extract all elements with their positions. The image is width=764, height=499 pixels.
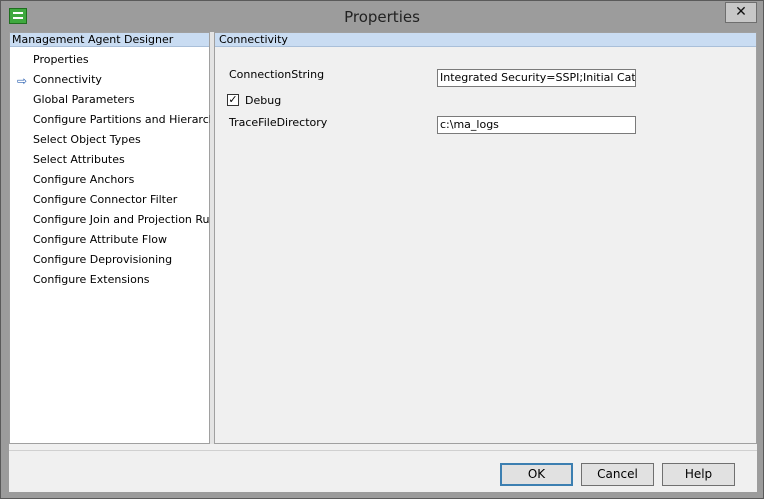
nav-item-configure-deprovisioning[interactable]: Configure Deprovisioning [10, 252, 209, 272]
connection-string-input[interactable]: Integrated Security=SSPI;Initial Catalog… [437, 69, 636, 87]
help-button[interactable]: Help [662, 463, 735, 486]
window-title: Properties [344, 8, 420, 26]
nav-item-select-attributes[interactable]: Select Attributes [10, 152, 209, 172]
nav-pane-header: Management Agent Designer [10, 33, 209, 47]
nav-item-label: Global Parameters [33, 93, 135, 106]
nav-item-label: Properties [33, 53, 89, 66]
connection-string-label: ConnectionString [229, 68, 325, 81]
nav-item-label: Configure Deprovisioning [33, 253, 173, 266]
nav-item-configure-anchors[interactable]: Configure Anchors [10, 172, 209, 192]
checkmark-icon: ✓ [228, 93, 238, 106]
trace-file-directory-input[interactable]: c:\ma_logs [437, 116, 636, 134]
nav-item-select-object-types[interactable]: Select Object Types [10, 132, 209, 152]
nav-item-configure-join-projection[interactable]: Configure Join and Projection Rules [10, 212, 225, 232]
nav-item-global-parameters[interactable]: Global Parameters [10, 92, 209, 112]
nav-item-properties[interactable]: Properties [10, 52, 209, 72]
properties-window: Properties ✕ Management Agent Designer P… [0, 0, 764, 499]
debug-label: Debug [245, 94, 282, 107]
nav-item-label: Configure Join and Projection Rules [33, 213, 226, 226]
nav-item-label: Select Attributes [33, 153, 125, 166]
footer-separator [9, 450, 757, 451]
debug-checkbox[interactable]: ✓ [227, 94, 239, 106]
connectivity-pane-header: Connectivity [215, 33, 756, 47]
nav-item-label: Configure Extensions [33, 273, 150, 286]
title-bar[interactable]: Properties ✕ [1, 1, 763, 32]
nav-list: Properties ⇨ Connectivity Global Paramet… [10, 52, 231, 292]
cancel-button[interactable]: Cancel [581, 463, 654, 486]
nav-item-label: Select Object Types [33, 133, 141, 146]
nav-item-configure-extensions[interactable]: Configure Extensions [10, 272, 209, 292]
designer-nav-pane: Management Agent Designer Properties ⇨ C… [9, 32, 231, 444]
close-icon: ✕ [735, 4, 747, 20]
close-button[interactable]: ✕ [725, 2, 757, 23]
arrow-right-icon: ⇨ [17, 74, 28, 88]
nav-item-configure-attribute-flow[interactable]: Configure Attribute Flow [10, 232, 209, 252]
nav-item-label: Connectivity [33, 73, 102, 86]
connectivity-pane: Connectivity ConnectionString Integrated… [214, 32, 757, 444]
nav-item-configure-partitions[interactable]: Configure Partitions and Hierarchies [10, 112, 231, 132]
nav-item-label: Configure Partitions and Hierarchies [33, 113, 232, 126]
trace-file-directory-label: TraceFileDirectory [229, 116, 328, 129]
nav-item-label: Configure Attribute Flow [33, 233, 167, 246]
ok-button[interactable]: OK [500, 463, 573, 486]
nav-item-configure-connector-filter[interactable]: Configure Connector Filter [10, 192, 209, 212]
nav-item-label: Configure Connector Filter [33, 193, 178, 206]
nav-item-label: Configure Anchors [33, 173, 135, 186]
dialog-client-area: Management Agent Designer Properties ⇨ C… [9, 32, 757, 492]
nav-item-connectivity[interactable]: ⇨ Connectivity [10, 72, 209, 92]
